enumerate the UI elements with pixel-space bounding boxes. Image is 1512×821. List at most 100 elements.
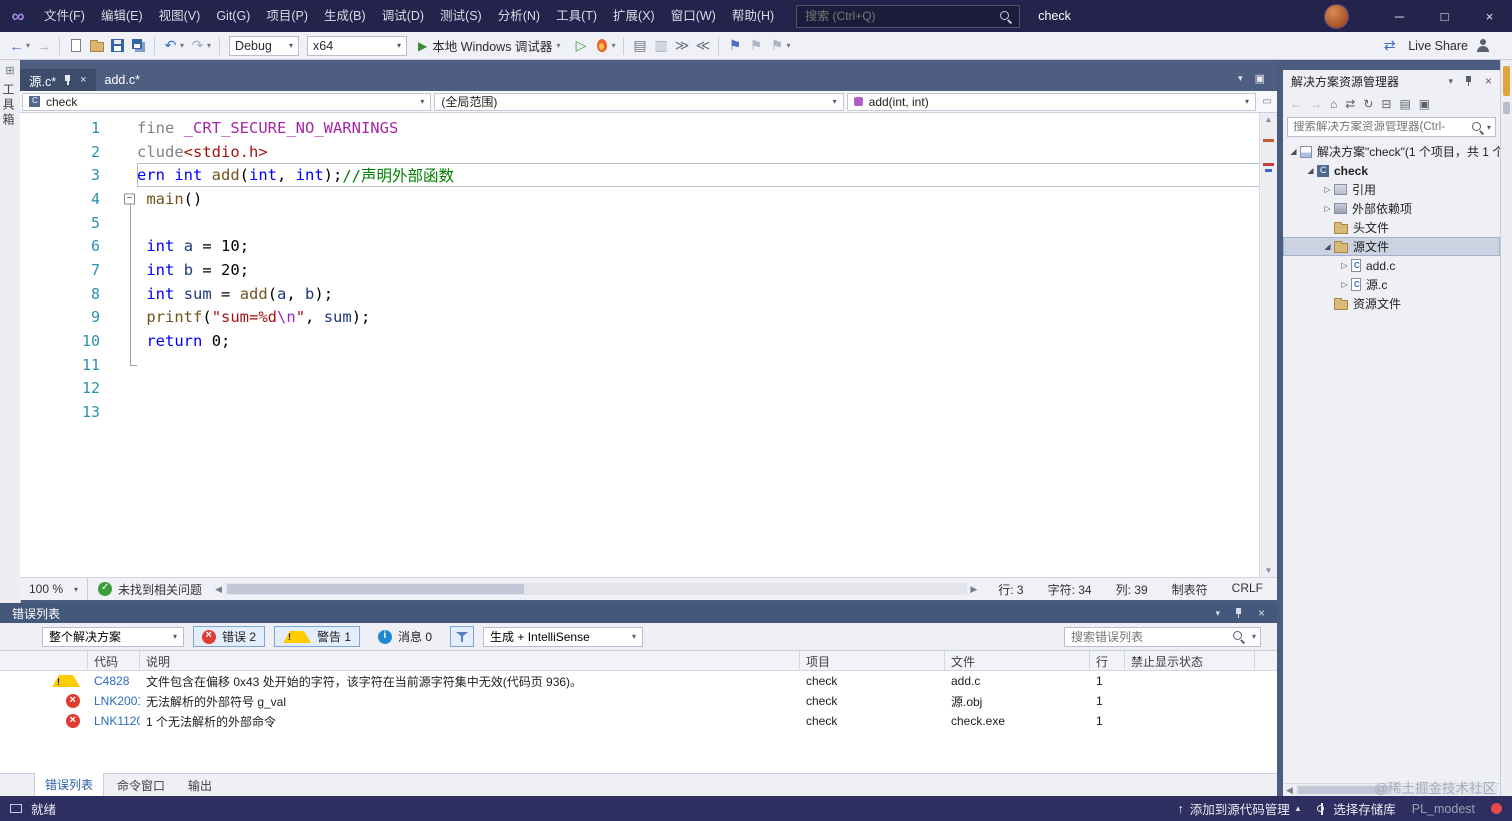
solution-explorer-search-input[interactable] bbox=[1288, 121, 1471, 133]
solution-configuration-dropdown[interactable]: Debug ▾ bbox=[229, 35, 300, 56]
bottom-tab[interactable]: 错误列表 bbox=[34, 773, 105, 797]
expander-icon[interactable]: ▷ bbox=[1321, 185, 1334, 194]
notification-dot[interactable] bbox=[1491, 803, 1502, 814]
save-all-icon[interactable] bbox=[128, 35, 149, 57]
menu-item[interactable]: 工具(T) bbox=[548, 0, 605, 32]
refresh-icon[interactable]: ↻ bbox=[1363, 97, 1373, 111]
document-list-caret-icon[interactable]: ▾ bbox=[1238, 73, 1243, 84]
code-line[interactable]: 5 bbox=[20, 211, 1260, 235]
split-editor-button[interactable]: ▭ bbox=[1259, 93, 1275, 111]
add-to-source-control-button[interactable]: ↑ 添加到源代码管理 ▴ bbox=[1177, 799, 1300, 818]
expander-icon[interactable]: ◢ bbox=[1304, 166, 1317, 175]
collapse-toggle-icon[interactable]: − bbox=[124, 193, 135, 205]
errors-filter-button[interactable]: 错误 2 bbox=[193, 626, 266, 647]
screen-icon[interactable] bbox=[10, 804, 22, 813]
add-people-icon[interactable] bbox=[1476, 39, 1490, 52]
document-health-indicator[interactable]: 未找到相关问题 bbox=[88, 581, 212, 598]
menu-item[interactable]: 调试(D) bbox=[374, 0, 432, 32]
live-share-label[interactable]: Live Share bbox=[1408, 39, 1468, 53]
expander-icon[interactable]: ▷ bbox=[1321, 204, 1334, 213]
maximize-button[interactable]: □ bbox=[1422, 0, 1467, 32]
messages-filter-button[interactable]: 消息 0 bbox=[369, 626, 441, 647]
warnings-filter-button[interactable]: 警告 1 bbox=[274, 626, 361, 647]
hot-reload-icon[interactable] bbox=[591, 35, 612, 57]
tree-item[interactable]: ▷ 引用 bbox=[1283, 180, 1500, 199]
redo-icon[interactable]: ↷ bbox=[187, 35, 208, 57]
scope-filter-dropdown[interactable]: 整个解决方案 ▾ bbox=[42, 626, 184, 647]
menu-item[interactable]: 分析(N) bbox=[490, 0, 548, 32]
error-list-search-input[interactable] bbox=[1065, 629, 1232, 644]
new-file-icon[interactable] bbox=[65, 35, 86, 57]
scroll-left-icon[interactable]: ◀ bbox=[212, 584, 225, 595]
code-line[interactable]: 3 ern int add(int, int);//声明外部函数 bbox=[20, 163, 1260, 187]
code-line[interactable]: 2 clude <stdio.h> bbox=[20, 140, 1260, 164]
code-line[interactable]: 7 int b = 20; bbox=[20, 258, 1260, 282]
expander-icon[interactable]: ◢ bbox=[1321, 242, 1334, 251]
code-line[interactable]: 9 printf("sum=%d \n ", sum); bbox=[20, 306, 1260, 330]
menu-item[interactable]: 编辑(E) bbox=[93, 0, 151, 32]
chevron-down-icon[interactable]: ▾ bbox=[786, 41, 790, 50]
pin-icon[interactable] bbox=[63, 74, 73, 86]
start-without-debugging-icon[interactable]: ▷ bbox=[570, 35, 591, 57]
column-header[interactable]: 行 bbox=[1090, 651, 1125, 670]
editor-tab[interactable]: 源.c* × bbox=[20, 69, 96, 91]
switch-views-icon[interactable]: ⇄ bbox=[1345, 97, 1355, 111]
tree-item[interactable]: ▷ 外部依赖项 bbox=[1283, 199, 1500, 218]
solution-explorer-search-box[interactable]: ▾ bbox=[1287, 117, 1496, 137]
editor-horizontal-scrollbar[interactable] bbox=[224, 583, 968, 595]
column-header[interactable]: 代码 bbox=[88, 651, 140, 670]
code-line[interactable]: 4 − main() bbox=[20, 187, 1260, 211]
undo-icon[interactable]: ↶ bbox=[160, 35, 181, 57]
code-line[interactable]: 10 return 0; bbox=[20, 329, 1260, 353]
editor-tab[interactable]: add.c* bbox=[96, 69, 149, 91]
bottom-tab[interactable]: 命令窗口 bbox=[107, 774, 175, 797]
error-row[interactable]: C4828 文件包含在偏移 0x43 处开始的字符，该字符在当前源字符集中无效(代… bbox=[0, 671, 1277, 691]
scroll-right-icon[interactable]: ▶ bbox=[967, 584, 980, 595]
expander-icon[interactable]: ▷ bbox=[1338, 280, 1351, 289]
code-line[interactable]: 8 int sum = add(a, b); bbox=[20, 282, 1260, 306]
collapse-all-icon[interactable]: ⊟ bbox=[1381, 97, 1391, 111]
code-line[interactable]: 12 bbox=[20, 377, 1260, 401]
menu-item[interactable]: 窗口(W) bbox=[663, 0, 724, 32]
column-header[interactable]: 文件 bbox=[945, 651, 1090, 670]
error-code-link[interactable]: LNK1120 bbox=[88, 714, 140, 728]
column-header[interactable]: 说明 bbox=[140, 651, 800, 670]
properties-icon[interactable]: ▣ bbox=[1419, 97, 1430, 111]
scrollbar-thumb[interactable] bbox=[226, 584, 524, 594]
code-editor[interactable]: 1 fine _CRT_SECURE_NO_WARNINGS 2 clude <stdi… bbox=[20, 113, 1260, 577]
quick-launch-search-box[interactable] bbox=[796, 4, 1021, 28]
comment-icon[interactable]: ▤ bbox=[629, 35, 650, 57]
start-debugging-button[interactable]: ▶ 本地 Windows 调试器 ▾ bbox=[411, 34, 570, 58]
previous-bookmark-icon[interactable]: ⚑ bbox=[745, 35, 766, 57]
code-line[interactable]: 6 int a = 10; bbox=[20, 234, 1260, 258]
back-icon[interactable]: ← bbox=[1290, 97, 1302, 111]
toggle-bookmark-icon[interactable]: ⚑ bbox=[724, 35, 745, 57]
pin-icon[interactable] bbox=[1464, 75, 1474, 87]
notifications-badge[interactable] bbox=[1503, 66, 1510, 96]
menu-item[interactable]: Git(G) bbox=[208, 0, 258, 32]
tree-item[interactable]: ◢ check bbox=[1283, 161, 1500, 180]
scope-dropdown[interactable]: (全局范围) ▾ bbox=[434, 92, 844, 111]
close-icon[interactable]: × bbox=[1485, 74, 1492, 88]
chevron-down-icon[interactable]: ▾ bbox=[207, 41, 211, 50]
open-file-icon[interactable] bbox=[86, 35, 107, 57]
menu-item[interactable]: 帮助(H) bbox=[724, 0, 782, 32]
error-row[interactable]: LNK2001 无法解析的外部符号 g_val check 源.obj 1 bbox=[0, 691, 1277, 711]
show-all-files-icon[interactable]: ▤ bbox=[1399, 97, 1410, 111]
navigate-back-icon[interactable]: ← bbox=[6, 35, 27, 57]
menu-item[interactable]: 生成(B) bbox=[316, 0, 374, 32]
tree-item[interactable]: ◢ 源文件 bbox=[1283, 237, 1500, 256]
column-header[interactable] bbox=[0, 651, 88, 670]
filter-button[interactable] bbox=[450, 626, 475, 647]
close-icon[interactable]: × bbox=[80, 74, 86, 86]
tree-item[interactable]: ◢ 解决方案"check"(1 个项目，共 1 个 bbox=[1283, 142, 1500, 161]
forward-icon[interactable]: → bbox=[1310, 97, 1322, 111]
float-window-icon[interactable]: ▣ bbox=[1255, 72, 1265, 85]
member-dropdown[interactable]: add(int, int) ▾ bbox=[846, 92, 1256, 111]
code-line[interactable]: 13 bbox=[20, 400, 1260, 424]
error-code-link[interactable]: C4828 bbox=[88, 674, 140, 688]
outdent-icon[interactable]: ≪ bbox=[692, 35, 713, 57]
editor-vertical-scrollbar[interactable]: ▲ ▼ bbox=[1259, 113, 1277, 577]
column-header[interactable]: 禁止显示状态 bbox=[1125, 651, 1255, 670]
tree-item[interactable]: ▷ 源.c bbox=[1283, 275, 1500, 294]
